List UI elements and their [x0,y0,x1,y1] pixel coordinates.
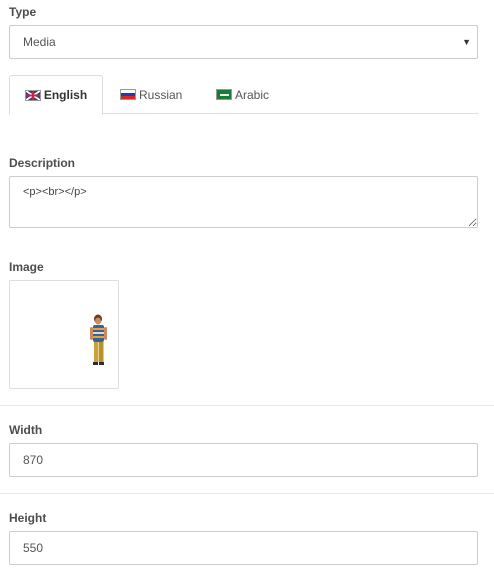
image-label: Image [9,260,44,274]
tab-english[interactable]: English [9,75,103,115]
person-photo [90,314,107,365]
russia-flag-icon [120,89,136,100]
saudi-arabia-flag-icon [216,89,232,100]
width-input[interactable]: 870 [9,443,478,477]
height-label: Height [9,511,47,525]
divider [0,405,494,406]
width-label: Width [9,423,43,437]
height-input[interactable]: 550 [9,531,478,565]
media-form: Type Media ▼ English Russian Arabic Desc… [0,0,494,574]
type-label: Type [9,5,37,19]
tab-russian[interactable]: Russian [120,75,182,114]
tab-arabic-label: Arabic [235,87,270,102]
description-textarea[interactable]: <p><br></p> [9,176,478,228]
tab-arabic[interactable]: Arabic [216,75,269,114]
uk-flag-icon [24,89,41,101]
type-select[interactable]: Media ▼ [9,25,478,59]
type-selected-value: Media [23,35,56,49]
language-tabs: English Russian Arabic [9,75,478,115]
divider [0,493,494,494]
image-thumbnail[interactable] [9,280,119,389]
tab-english-label: English [43,88,88,102]
chevron-down-icon: ▼ [462,37,471,47]
description-label: Description [9,156,76,170]
tab-russian-label: Russian [139,87,183,102]
